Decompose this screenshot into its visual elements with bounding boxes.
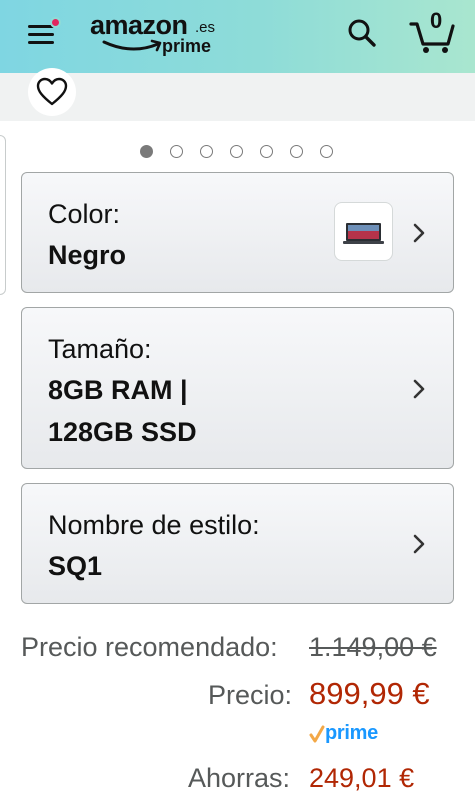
size-selector[interactable]: Tamaño: 8GB RAM | 128GB SSD (21, 307, 454, 469)
amazon-prime-logo[interactable]: amazon .es prime (90, 10, 230, 58)
logo-prime: prime (162, 36, 212, 56)
style-label: Nombre de estilo: (48, 510, 260, 540)
heart-icon (36, 77, 68, 106)
prime-badge: prime (309, 722, 389, 746)
price-value: 899,99 € (309, 676, 430, 711)
notification-dot (50, 17, 61, 28)
search-icon (348, 19, 376, 47)
prime-check-icon (309, 725, 325, 743)
carousel-dot[interactable] (260, 145, 273, 158)
cart-count: 0 (430, 8, 443, 33)
carousel-dot[interactable] (230, 145, 243, 158)
size-value-line2: 128GB SSD (48, 417, 197, 447)
cart-button[interactable]: 0 (408, 8, 456, 54)
color-value: Negro (48, 240, 127, 270)
carousel-dot[interactable] (170, 145, 183, 158)
top-header: amazon .es prime 0 (0, 0, 475, 73)
menu-button[interactable] (24, 17, 61, 49)
size-label: Tamaño: (48, 334, 152, 364)
carousel-dot[interactable] (290, 145, 303, 158)
size-value-line1: 8GB RAM | (48, 375, 188, 405)
color-thumbnail (334, 202, 393, 261)
color-label: Color: (48, 199, 121, 229)
search-button[interactable] (345, 16, 379, 50)
amazon-smile-icon (102, 39, 162, 52)
laptop-image (343, 223, 384, 244)
style-selector[interactable]: Nombre de estilo: SQ1 (21, 483, 454, 604)
chevron-right-icon (413, 223, 425, 243)
previous-panel-edge (0, 135, 6, 295)
carousel-dot[interactable] (200, 145, 213, 158)
carousel-dot[interactable] (140, 145, 153, 158)
style-value: SQ1 (48, 551, 103, 581)
prime-label: prime (325, 722, 378, 744)
price-label: Precio: (208, 680, 293, 710)
image-carousel-dots[interactable] (140, 145, 340, 159)
menu-icon-bar (28, 41, 54, 44)
menu-icon-bar (28, 33, 54, 36)
savings-label: Ahorras: (188, 763, 291, 793)
color-selector[interactable]: Color: Negro (21, 172, 454, 293)
chevron-right-icon (413, 534, 425, 554)
wishlist-button[interactable] (28, 68, 76, 116)
logo-tld: .es (195, 19, 216, 36)
carousel-dot[interactable] (320, 145, 333, 158)
list-price-label: Precio recomendado: (21, 632, 278, 662)
list-price: 1.149,00 € (309, 632, 437, 662)
savings-value: 249,01 € (309, 763, 415, 793)
chevron-right-icon (413, 379, 425, 399)
